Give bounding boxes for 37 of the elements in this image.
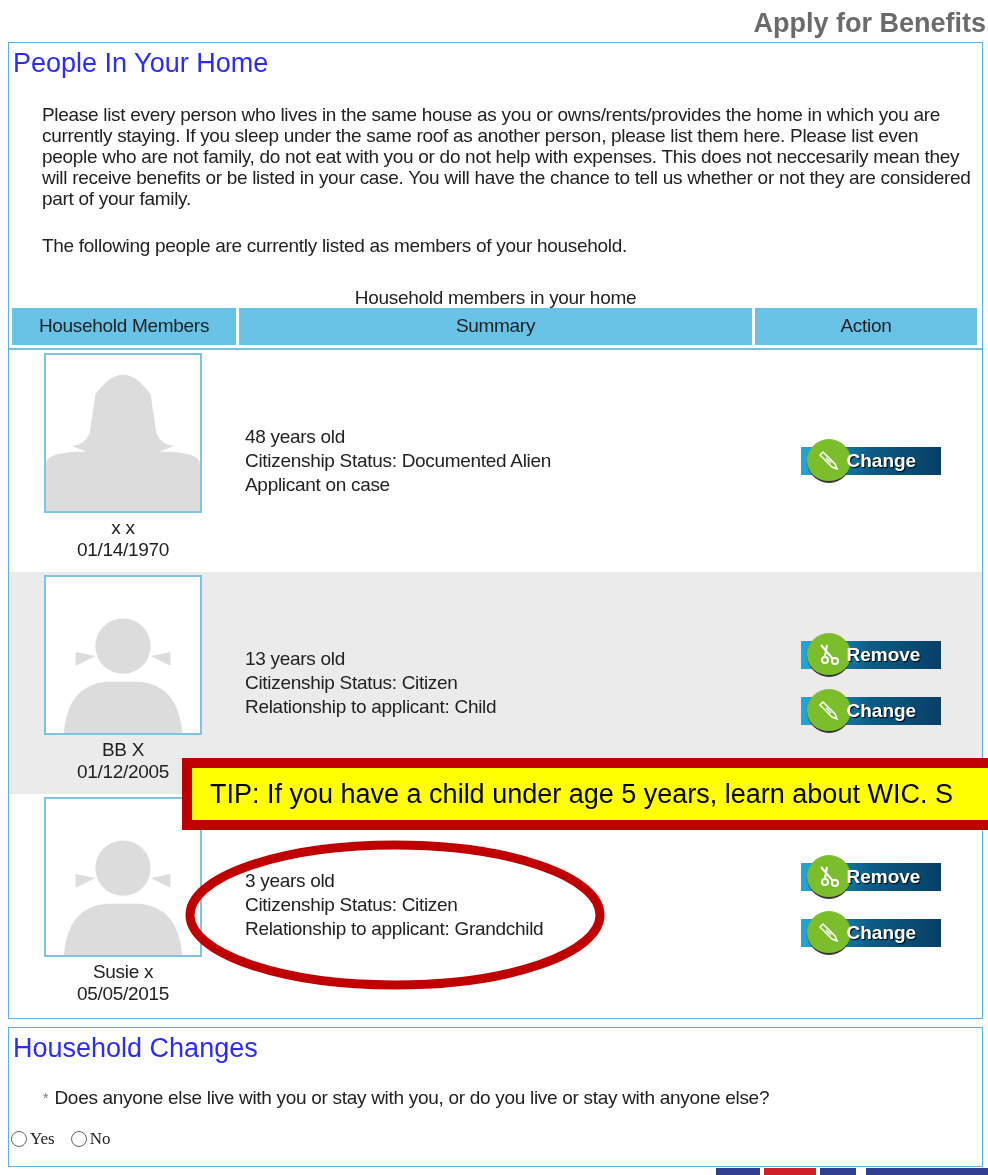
intro-note: The following people are currently listed as members of your household. bbox=[41, 235, 628, 256]
tip-text: TIP: If you have a child under age 5 years, learn about WIC. S bbox=[192, 768, 988, 820]
section-title: Household Changes bbox=[12, 1032, 259, 1065]
column-header: Household Members bbox=[12, 308, 236, 345]
summary-line: 13 years old bbox=[245, 647, 346, 671]
summary-line: Citizenship Status: Citizen bbox=[245, 893, 459, 917]
question-text: Does anyone else live with you or stay with you, or do you live or stay with anyone else? bbox=[54, 1085, 770, 1110]
person-silhouette-icon bbox=[44, 353, 202, 513]
summary-line: 3 years old bbox=[245, 869, 336, 893]
person-silhouette-icon bbox=[44, 575, 202, 735]
member-dob: 01/12/2005 bbox=[76, 761, 170, 783]
pencil-icon bbox=[816, 448, 841, 472]
radio-option[interactable]: No bbox=[70, 1126, 111, 1152]
section-title: People In Your Home bbox=[12, 47, 270, 79]
radio-button[interactable] bbox=[70, 1131, 87, 1147]
column-header: Summary bbox=[239, 308, 752, 345]
member-dob: 01/14/1970 bbox=[76, 539, 170, 561]
column-header: Action bbox=[755, 308, 977, 345]
required-mark: * bbox=[43, 1088, 49, 1108]
summary-line: Citizenship Status: Citizen bbox=[245, 671, 459, 695]
page-title: Apply for Benefits bbox=[753, 10, 986, 40]
member-name: BB X bbox=[101, 739, 145, 761]
summary-line: Citizenship Status: Documented Alien bbox=[245, 449, 553, 473]
person-silhouette-icon bbox=[44, 797, 202, 957]
radio-button[interactable] bbox=[11, 1131, 27, 1147]
pencil-icon bbox=[816, 920, 841, 944]
intro-paragraph: Please list every person who lives in the same house as you or owns/rents/provides the home in which you are currently staying. If you sleep under the same roof as another person, please list them here. Please list even people who are not family, do not eat with you or do not help with expenses. This does not neccesarily mean they will receive benefits or be listed in your case. You will have the chance to tell us whether or not they are considered part of your family. bbox=[41, 104, 972, 209]
pencil-icon bbox=[816, 698, 841, 722]
member-name: Susie x bbox=[92, 961, 154, 983]
summary-line: Relationship to applicant: Grandchild bbox=[245, 917, 545, 941]
summary-line: Relationship to applicant: Child bbox=[245, 695, 498, 719]
member-dob: 05/05/2015 bbox=[76, 983, 170, 1005]
member-name: x x bbox=[111, 517, 135, 539]
table-caption: Household members in your home bbox=[353, 288, 638, 308]
summary-line: Applicant on case bbox=[245, 473, 391, 497]
summary-line: 48 years old bbox=[245, 425, 346, 449]
radio-option[interactable]: Yes bbox=[11, 1126, 55, 1152]
